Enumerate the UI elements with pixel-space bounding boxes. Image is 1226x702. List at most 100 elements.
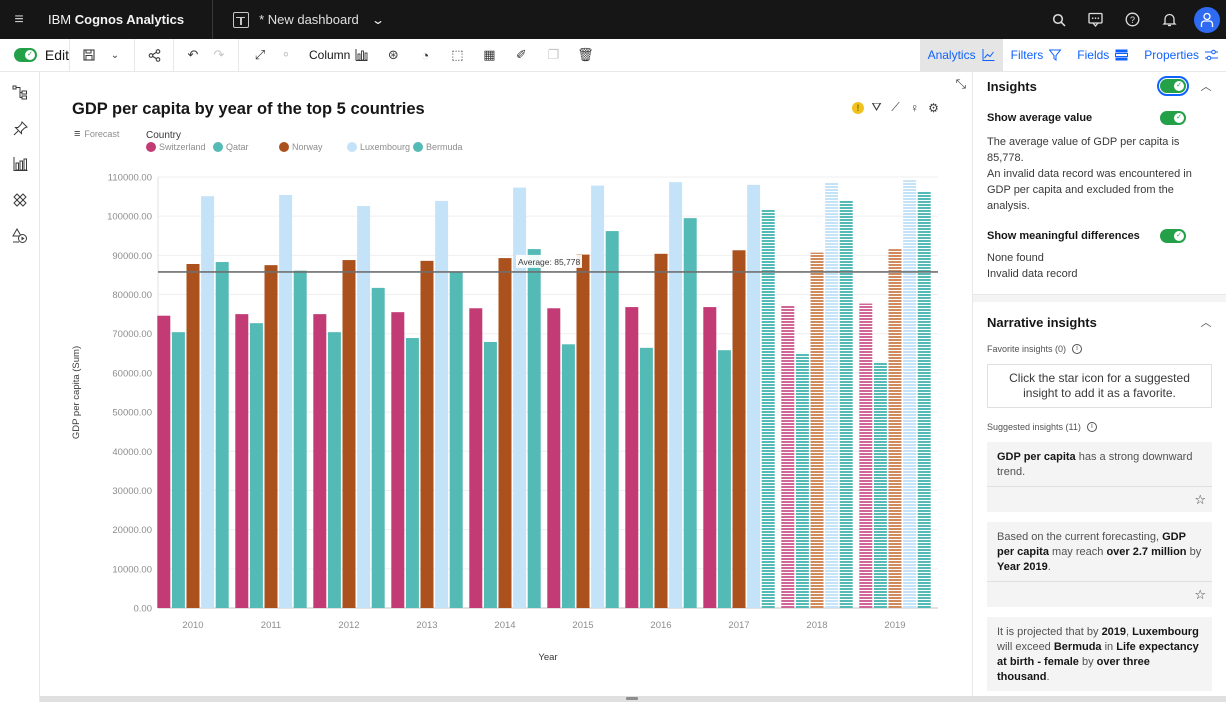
bar-luxembourg-2015[interactable]: [591, 185, 605, 608]
bar-switzerland-2010[interactable]: [157, 315, 171, 608]
star-favorite-icon[interactable]: ☆: [1194, 587, 1206, 603]
bar-switzerland-2012[interactable]: [313, 314, 327, 608]
bar-luxembourg-2018[interactable]: [825, 182, 839, 608]
bar-bermuda-2011[interactable]: [293, 270, 307, 608]
collapse-button[interactable]: ⤡: [956, 76, 966, 92]
bar-norway-2015[interactable]: [576, 254, 590, 608]
bar-norway-2018[interactable]: [810, 252, 824, 608]
bar-norway-2010[interactable]: [186, 263, 200, 608]
trend-line-icon[interactable]: ⟋: [889, 100, 902, 115]
save-options-dropdown[interactable]: ⌄: [102, 39, 128, 72]
tab-filters[interactable]: Filters: [1003, 39, 1070, 72]
forecast-menu[interactable]: ≡ Forecast: [74, 128, 119, 140]
navigate-button[interactable]: ◔: [412, 39, 438, 72]
bar-norway-2013[interactable]: [420, 260, 434, 608]
canvas-resize-bar[interactable]: [40, 696, 1226, 702]
select-area-button[interactable]: ⬚: [444, 39, 470, 72]
pin-panel-button[interactable]: [0, 110, 40, 146]
chat-button[interactable]: [1077, 0, 1114, 39]
bar-bermuda-2016[interactable]: [683, 218, 697, 608]
meaningful-differences-toggle[interactable]: [1160, 229, 1186, 243]
sources-button[interactable]: [0, 74, 40, 110]
bar-switzerland-2016[interactable]: [625, 307, 639, 608]
bar-luxembourg-2017[interactable]: [747, 184, 761, 608]
legend-item-bermuda[interactable]: Bermuda: [413, 142, 463, 152]
bar-qatar-2017[interactable]: [717, 350, 731, 608]
chevron-up-icon[interactable]: ︿: [1200, 78, 1212, 94]
copy-button[interactable]: ❐: [540, 39, 566, 72]
hamburger-menu-button[interactable]: ≡: [0, 0, 38, 39]
bar-bermuda-2013[interactable]: [449, 271, 463, 608]
legend-item-switzerland[interactable]: Switzerland: [146, 142, 206, 152]
edit-toggle[interactable]: [14, 48, 37, 62]
chevron-down-icon[interactable]: ⌄: [371, 13, 385, 27]
filter-funnel-icon[interactable]: ⛛: [870, 100, 883, 115]
visualizations-button[interactable]: [0, 146, 40, 182]
column-chart[interactable]: 0.00 10000.00 20000.00 30000.00 40000.00 5000…: [40, 72, 972, 696]
bar-switzerland-2015[interactable]: [547, 308, 561, 608]
search-button[interactable]: [1040, 0, 1077, 39]
bar-bermuda-2014[interactable]: [527, 249, 541, 608]
bar-norway-2012[interactable]: [342, 260, 356, 608]
bar-bermuda-2010[interactable]: [215, 262, 229, 608]
delete-button[interactable]: 🗑︎: [572, 39, 598, 72]
show-average-toggle[interactable]: [1160, 111, 1186, 125]
bar-luxembourg-2011[interactable]: [279, 195, 293, 609]
redo-button[interactable]: ↷: [206, 39, 232, 72]
bar-qatar-2015[interactable]: [561, 344, 575, 608]
bar-norway-2014[interactable]: [498, 258, 512, 608]
bar-luxembourg-2019[interactable]: [903, 180, 917, 608]
bar-norway-2017[interactable]: [732, 250, 746, 608]
help-button[interactable]: ?: [1114, 0, 1151, 39]
bar-luxembourg-2010[interactable]: [201, 196, 215, 608]
bar-switzerland-2017[interactable]: [703, 307, 717, 608]
color-button[interactable]: ⊛: [380, 39, 406, 72]
bar-qatar-2010[interactable]: [171, 332, 185, 608]
tab-fields[interactable]: Fields: [1069, 39, 1136, 72]
insights-toggle[interactable]: [1157, 76, 1189, 96]
legend-item-luxembourg[interactable]: Luxembourg: [347, 142, 410, 152]
bar-luxembourg-2014[interactable]: [513, 187, 527, 608]
user-avatar-button[interactable]: [1194, 6, 1220, 33]
bar-qatar-2016[interactable]: [639, 347, 653, 608]
bar-bermuda-2015[interactable]: [605, 231, 619, 608]
connect-button[interactable]: ⚬: [273, 39, 299, 72]
bar-qatar-2018[interactable]: [795, 352, 809, 608]
tab-analytics[interactable]: Analytics: [919, 38, 1003, 72]
legend-item-norway[interactable]: Norway: [279, 142, 323, 152]
star-favorite-icon[interactable]: ☆: [1194, 492, 1206, 508]
bar-bermuda-2012[interactable]: [371, 287, 385, 608]
save-button[interactable]: [76, 39, 102, 72]
legend-item-qatar[interactable]: Qatar: [213, 142, 249, 152]
info-icon[interactable]: i: [1072, 344, 1083, 354]
bar-luxembourg-2016[interactable]: [669, 182, 683, 608]
bar-switzerland-2018[interactable]: [781, 305, 795, 608]
bar-qatar-2014[interactable]: [483, 341, 497, 608]
maximize-button[interactable]: ⤢: [247, 39, 273, 72]
bar-bermuda-2019[interactable]: [917, 191, 931, 608]
info-icon[interactable]: i: [1086, 422, 1097, 432]
bar-switzerland-2014[interactable]: [469, 308, 483, 608]
bar-qatar-2013[interactable]: [405, 338, 419, 608]
bar-switzerland-2011[interactable]: [235, 314, 249, 608]
bar-luxembourg-2013[interactable]: [435, 200, 449, 608]
bar-switzerland-2013[interactable]: [391, 312, 405, 608]
bar-qatar-2012[interactable]: [327, 332, 341, 608]
shapes-media-button[interactable]: [0, 218, 40, 254]
change-visualization-button[interactable]: Column: [305, 39, 372, 72]
notifications-button[interactable]: [1151, 0, 1188, 39]
bar-norway-2011[interactable]: [264, 265, 278, 608]
widgets-button[interactable]: [0, 182, 40, 218]
bar-switzerland-2019[interactable]: [859, 303, 873, 608]
settings-gear-icon[interactable]: ⚙: [927, 101, 940, 115]
tab-properties[interactable]: Properties: [1136, 39, 1226, 72]
bar-qatar-2019[interactable]: [873, 361, 887, 608]
bar-norway-2016[interactable]: [654, 253, 668, 608]
bar-bermuda-2017[interactable]: [761, 209, 775, 608]
bar-qatar-2011[interactable]: [249, 323, 263, 608]
show-data-button[interactable]: ▦: [476, 39, 502, 72]
dashboard-title[interactable]: * New dashboard: [259, 12, 359, 27]
share-button[interactable]: [141, 39, 167, 72]
pin-button[interactable]: ✐: [508, 39, 534, 72]
warning-icon[interactable]: !: [852, 101, 864, 114]
